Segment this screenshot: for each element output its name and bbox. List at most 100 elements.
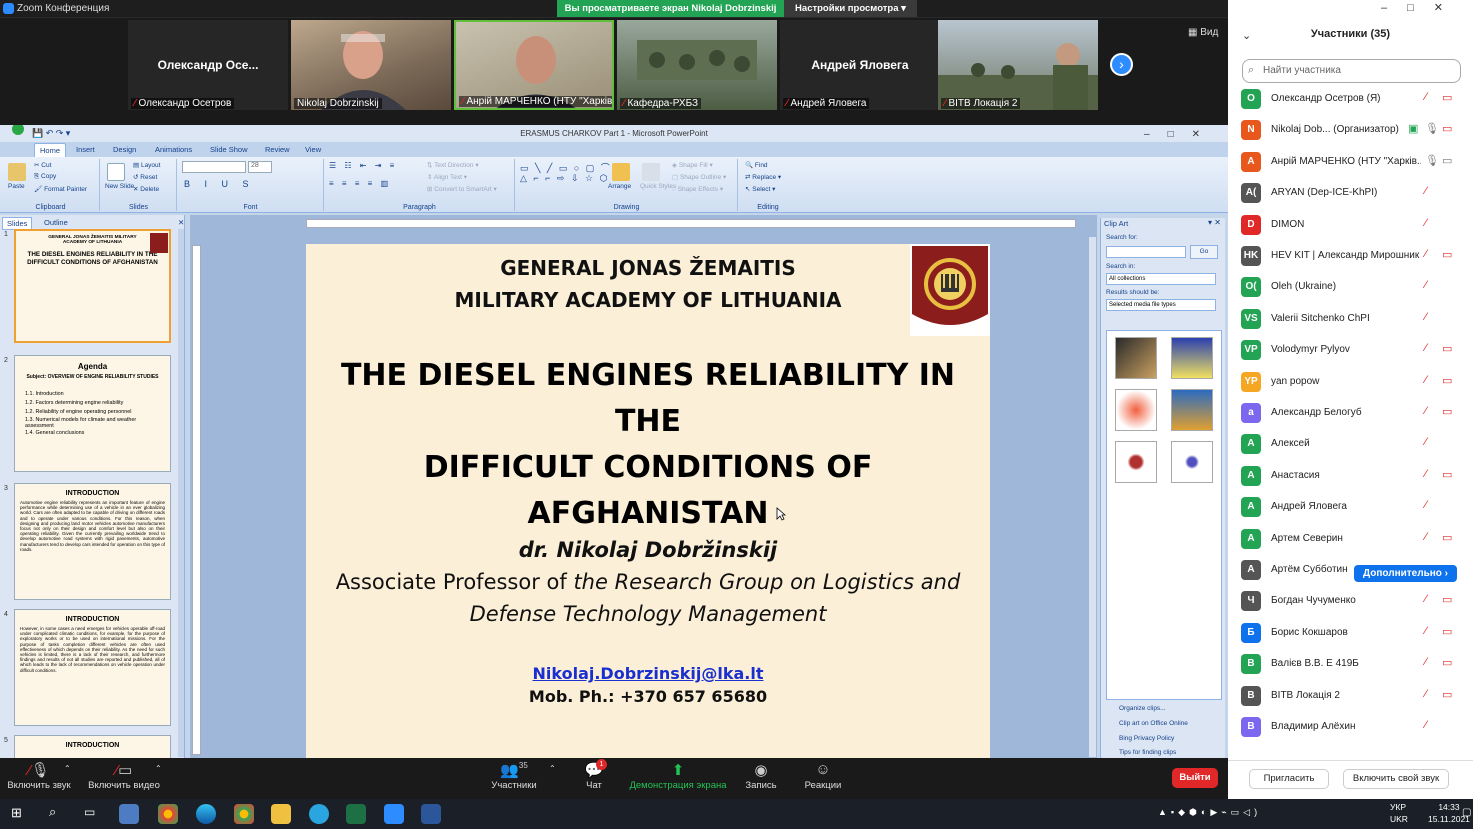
select-button[interactable]: ↖ Select ▾ [745,185,775,193]
slide-thumbnail-2[interactable]: Agenda Subject: OVERVIEW OF ENGINE RELIA… [14,355,171,472]
tab-outline[interactable]: Outline [40,217,72,228]
participant-row[interactable]: А Андрей Яловега ⁄ [1228,493,1473,524]
close-panel-icon[interactable]: ✕ [174,217,188,228]
edge-icon[interactable] [196,804,216,824]
text-direction-button[interactable]: ⇅ Text Direction ▾ [427,161,479,169]
slide-email-link[interactable]: Nikolaj.Dobrzinskij@lka.lt [306,664,990,683]
font-size-box[interactable]: 28 [248,161,272,173]
chat-button[interactable]: 💬 1 Чат [578,759,610,791]
clip-art-item[interactable] [1171,337,1213,379]
participant-row[interactable]: А Артем Север́ин ⁄ ▭ [1228,525,1473,556]
clip-art-close-icon[interactable]: ▾ ✕ [1208,218,1221,227]
layout-button[interactable]: ▤ Layout [133,161,160,169]
task-view-icon[interactable]: ▭ [84,805,95,819]
reactions-button[interactable]: ☺ Реакции [802,761,844,791]
organize-clips-link[interactable]: Organize clips... [1119,705,1166,712]
leave-meeting-button[interactable]: Выйти [1172,768,1218,788]
clip-art-item[interactable] [1115,337,1157,379]
go-button[interactable]: Go [1190,245,1218,259]
participant-row[interactable]: YP yan popow ⁄ ▭ [1228,368,1473,399]
participant-search-input[interactable]: ⌕ Найти участника [1242,59,1461,83]
invite-button[interactable]: Пригласить [1249,769,1329,789]
current-slide[interactable]: GENERAL JONAS ŽEMAITIS MILITARY ACADEMY … [306,244,990,758]
video-tile[interactable]: Олександр Осе... ⁄ Олександр Осетров [128,20,288,110]
bold-italic-underline-buttons[interactable]: B I U S [184,179,255,189]
ppt-window-controls[interactable]: –□✕ [1144,126,1218,143]
participant-row[interactable]: А Анрій МАРЧЕНКО (НТУ "Харків... 🎙 ▭ [1228,148,1473,179]
results-type-select[interactable]: Selected media file types [1106,299,1216,311]
quick-styles-button[interactable]: Quick Styles [640,183,676,190]
vertical-scrollbar[interactable] [1089,237,1096,757]
align-buttons[interactable]: ≡ ≡ ≡ ≡ ▥ [329,179,391,188]
video-tile-active-speaker[interactable]: ⁄ Анрій МАРЧЕНКО (НТУ "Харківс... [454,20,614,110]
windows-start-icon[interactable]: ⊞ [11,805,22,821]
replace-button[interactable]: ⇄ Replace ▾ [745,173,781,181]
font-name-box[interactable] [182,161,246,173]
format-painter-button[interactable]: 🖌 Format Painter [34,185,87,193]
next-page-arrow-icon[interactable]: › [1110,53,1133,76]
unmute-self-button[interactable]: Включить свой звук [1343,769,1449,789]
participants-button[interactable]: 👥35 Участники [488,761,540,791]
participant-row[interactable]: A(ARYAN (Dep-ICE-KhPI) ⁄ [1228,179,1473,210]
share-screen-button[interactable]: ⬆ Демонстрация экрана [628,761,728,791]
file-explorer-icon[interactable] [271,804,291,824]
tab-slide-show[interactable]: Slide Show [205,143,253,156]
tab-review[interactable]: Review [260,143,295,156]
chrome-icon[interactable] [158,804,178,824]
participant-row[interactable]: HK HEV KIT | Александр Мирошник ⁄ ▭ [1228,242,1473,273]
record-button[interactable]: ◉ Запись [742,761,780,791]
participant-row[interactable]: А Анастасия ⁄ ▭ [1228,462,1473,493]
participant-row[interactable]: Б Борис Кокшаров ⁄ ▭ [1228,619,1473,650]
app-icon[interactable] [119,804,139,824]
search-icon[interactable]: ⌕ [49,804,56,820]
bullets-numbering-buttons[interactable]: ☰ ☷ ⇤ ⇥ ≡ [329,161,397,170]
paste-button[interactable]: Paste [8,183,25,190]
tab-insert[interactable]: Insert [71,143,100,156]
align-text-button[interactable]: ⇕ Align Text ▾ [427,173,467,181]
telegram-icon[interactable] [309,804,329,824]
start-video-button[interactable]: ⁄▭ Включить видео [86,761,162,791]
chrome-profile-icon[interactable] [234,804,254,824]
quick-access-toolbar[interactable]: 💾 ↶ ↷ ▾ [32,125,70,142]
panel-scrollbar[interactable] [178,229,184,757]
clip-art-search-input[interactable] [1106,246,1186,258]
tab-animations[interactable]: Animations [150,143,197,156]
participant-row[interactable]: N Nikolaj Dob... (Организатор) 🎙 ▭ ▣ [1228,116,1473,147]
tab-home[interactable]: Home [34,143,67,157]
convert-smartart-button[interactable]: ⊞ Convert to SmartArt ▾ [427,185,497,193]
reset-button[interactable]: ↺ Reset [133,173,157,181]
participant-row[interactable]: D DIMON ⁄ [1228,211,1473,242]
tab-design[interactable]: Design [108,143,141,156]
video-options-chevron-icon[interactable]: ⌃ [155,764,162,773]
clip-art-item[interactable] [1171,389,1213,431]
bing-privacy-link[interactable]: Bing Privacy Policy [1119,735,1174,742]
copy-button[interactable]: ⎘ Copy [34,173,56,181]
excel-icon[interactable] [346,804,366,824]
shape-effects-button[interactable]: ◌ Shape Effects ▾ [672,185,723,193]
clip-art-item[interactable] [1115,389,1157,431]
clip-art-item[interactable] [1115,441,1157,483]
slide-thumbnail-5[interactable]: INTRODUCTION [14,735,171,758]
participant-row[interactable]: В Валієв В.В. Е 419Б ⁄ ▭ [1228,650,1473,681]
search-in-select[interactable]: All collections [1106,273,1216,285]
participant-row[interactable]: а Александр Белогуб ⁄ ▭ [1228,399,1473,430]
tab-view[interactable]: View [300,143,326,156]
audio-options-chevron-icon[interactable]: ⌃ [64,764,71,773]
participant-row[interactable]: А Алексей ⁄ [1228,430,1473,461]
participant-row[interactable]: В Владимир Алёхин ⁄ [1228,713,1473,744]
video-tile[interactable]: ⁄ Кафедра-РХБЗ [617,20,777,110]
system-tray-icons[interactable]: ▲▪◆⬢◐▶⌁▭◁) [1158,807,1261,818]
participant-row[interactable]: Ч Богдан Чучуменко ⁄ ▭ [1228,587,1473,618]
shape-fill-button[interactable]: ◈ Shape Fill ▾ [672,161,713,169]
participant-row[interactable]: О Олександр Осетров (Я) ⁄ ▭ [1228,85,1473,116]
arrange-button[interactable]: Arrange [608,183,631,190]
clip-art-item[interactable] [1171,441,1213,483]
shapes-gallery-row2[interactable]: △ ⌐ ⌐ ⇨ ⇩ ☆ ⬡ [520,173,609,184]
unmute-button[interactable]: ⁄🎙 Включить звук [6,761,72,791]
find-button[interactable]: 🔍 Find [745,161,768,169]
slide-thumbnail-4[interactable]: INTRODUCTION However, in some cases a ne… [14,609,171,726]
word-icon[interactable] [421,804,441,824]
notifications-icon[interactable]: ▢ [1462,807,1471,818]
clip-art-online-link[interactable]: Clip art on Office Online [1119,720,1188,727]
video-tile[interactable]: Nikolaj Dobrzinskij [291,20,451,110]
